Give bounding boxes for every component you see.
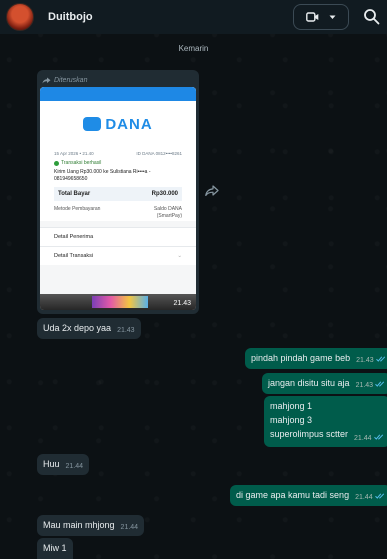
forwarded-label: Diteruskan <box>54 76 88 84</box>
read-ticks-icon <box>374 493 384 499</box>
message-text: jangan disitu situ aja <box>268 378 350 388</box>
forwarded-image-message[interactable]: Diteruskan DANA 15 Apr 2026 • 21.40 ID D… <box>37 70 199 314</box>
outgoing-message[interactable]: di game apa kamu tadi seng 21.44 <box>230 485 387 507</box>
message-text: Uda 2x depo yaa <box>43 323 112 333</box>
contact-name[interactable]: Duitbojo <box>48 11 293 23</box>
incoming-message[interactable]: Mau main mhjong 21.44 <box>37 515 145 537</box>
receipt-transaction-row: Detail Transaksi ⌄ <box>40 246 196 265</box>
message-time: 21.43 <box>117 327 135 335</box>
video-camera-icon <box>306 12 319 22</box>
receipt-total-value: Rp30.000 <box>151 191 178 197</box>
message-time: 21.43 <box>356 357 374 365</box>
forwarded-indicator: Diteruskan <box>40 73 196 87</box>
message-text: mahjong 1 mahjong 3 superolimpus sctter <box>270 401 349 439</box>
receipt-method-label: Metode Pembayaran <box>54 206 101 212</box>
receipt-status-label: Transaksi berhasil <box>61 160 102 166</box>
message-time: 21.44 <box>65 463 84 471</box>
receipt-method-value-2: (SmartPay) <box>156 212 182 219</box>
message-time: 21.44 <box>355 494 373 502</box>
chevron-down-icon <box>329 15 336 19</box>
message-text: Huu <box>43 459 60 469</box>
receipt-description: Kirim Uang Rp30.000 ke Sulistiana Ri••••… <box>54 169 151 182</box>
date-divider-label: Kemarin <box>172 42 215 55</box>
incoming-message[interactable]: Miw 1 <box>37 538 73 559</box>
message-time: 21.44 <box>354 434 372 442</box>
receipt-status: Transaksi berhasil <box>54 160 182 166</box>
receipt-id: ID DANA 0812••••8261 <box>136 151 182 156</box>
read-ticks-icon <box>373 434 383 441</box>
success-check-icon <box>54 160 59 166</box>
forward-share-icon[interactable] <box>205 185 219 196</box>
message-time: 21.44 <box>120 524 139 532</box>
receipt-card: Transaksi berhasil Kirim Uang Rp30.000 k… <box>40 158 196 221</box>
receipt-transaction-label: Detail Transaksi <box>54 253 94 259</box>
receipt-recipient-row: Detail Penerima <box>40 227 196 246</box>
receipt-meta: 15 Apr 2026 • 21.40 ID DANA 0812••••8261 <box>40 147 196 158</box>
dana-receipt-header: DANA <box>40 87 196 147</box>
dana-receipt-image[interactable]: DANA 15 Apr 2026 • 21.40 ID DANA 0812•••… <box>40 87 196 310</box>
dana-logo: DANA <box>83 116 152 133</box>
incoming-message[interactable]: Uda 2x depo yaa 21.43 <box>37 318 141 340</box>
message-time: 21.43 <box>355 382 374 390</box>
date-divider: Kemarin <box>0 42 387 55</box>
chevron-down-icon: ⌄ <box>177 253 182 259</box>
outgoing-message[interactable]: mahjong 1 mahjong 3 superolimpus sctter 2… <box>264 396 387 447</box>
read-ticks-icon <box>375 356 385 362</box>
receipt-date: 15 Apr 2026 • 21.40 <box>54 151 94 156</box>
receipt-method-value: Saldo DANA (SmartPay) <box>154 206 182 219</box>
chat-header: Duitbojo <box>0 0 387 34</box>
message-text: di game apa kamu tadi seng <box>236 490 350 500</box>
message-text: Mau main mhjong <box>43 520 115 530</box>
dana-logo-word: DANA <box>105 115 153 133</box>
message-time: 21.43 <box>173 300 191 307</box>
search-icon[interactable] <box>363 8 381 26</box>
contact-avatar[interactable] <box>6 3 34 31</box>
receipt-method-value-1: Saldo DANA <box>153 206 182 212</box>
game-thumbnail <box>92 296 148 308</box>
receipt-total: Total Bayar Rp30.000 <box>54 187 182 201</box>
receipt-total-label: Total Bayar <box>58 191 91 197</box>
outgoing-message[interactable]: pindah pindah game beb 21.43 <box>245 348 387 370</box>
message-text: Miw 1 <box>43 543 67 553</box>
forward-icon <box>42 77 51 83</box>
video-call-button[interactable] <box>293 4 349 30</box>
dana-logo-mark <box>83 117 102 131</box>
message-text: pindah pindah game beb <box>251 353 351 363</box>
outgoing-message[interactable]: jangan disitu situ aja 21.43 <box>262 373 387 395</box>
incoming-message[interactable]: Huu 21.44 <box>37 454 90 476</box>
read-ticks-icon <box>375 381 385 387</box>
receipt-method: Metode Pembayaran Saldo DANA (SmartPay) <box>54 206 182 219</box>
receipt-recipient-label: Detail Penerima <box>54 234 94 240</box>
